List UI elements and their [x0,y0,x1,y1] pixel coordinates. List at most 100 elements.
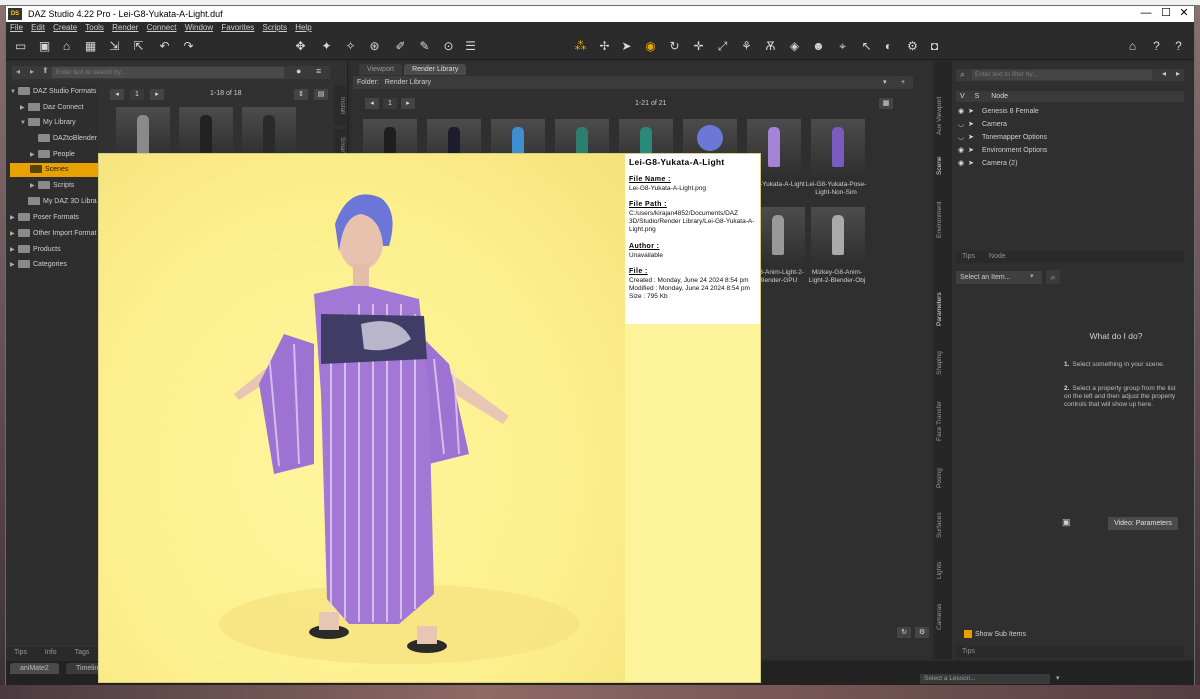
morph-tool-icon[interactable]: Ѫ [762,38,779,55]
tree-item-products[interactable]: ▶ Products [10,243,61,257]
menu-favorites[interactable]: Favorites [221,23,254,32]
search-icon[interactable]: ⌕ [1046,270,1060,284]
pointer-tool-icon[interactable]: ➤ [618,38,635,55]
node-tool-icon[interactable]: ⊙ [440,38,457,55]
select-arrow-icon[interactable]: ➤ [968,105,978,118]
tab-shaping[interactable]: Shaping [936,345,950,381]
menu-window[interactable]: Window [185,23,213,32]
tab-viewport[interactable]: Viewport [359,64,403,75]
maximize-button[interactable]: ☐ [1156,6,1176,22]
tree-item-scenes[interactable]: Scenes [10,163,98,177]
tab-posing[interactable]: Posing [936,463,950,493]
collapse-arrow-icon[interactable]: ▶ [10,227,18,241]
scene-node-genesis-8-female[interactable]: ◉ ➤ Genesis 8 Female [958,105,1039,118]
tab-aux-viewport[interactable]: Aux Viewport [936,91,950,141]
save-icon[interactable]: ▦ [82,38,99,55]
parameters-tips-tab[interactable]: Tips [956,646,1184,658]
collapse-arrow-icon[interactable]: ▶ [10,211,18,225]
eye-off-icon[interactable]: ◡ [958,118,968,131]
render-icon[interactable]: ⚙ [904,38,921,55]
tab-scene[interactable]: Scene [936,151,950,181]
tab-parameters[interactable]: Parameters [936,289,950,329]
menu-render[interactable]: Render [112,23,138,32]
select-tool-icon[interactable]: ↖ [858,38,875,55]
library-thumbnail[interactable] [179,107,233,159]
title-bar[interactable]: DS DAZ Studio 4.22 Pro - Lei-G8-Yukata-A… [6,6,1194,22]
camera-tool-icon[interactable]: ✥ [292,38,309,55]
page-number[interactable]: 1 [383,98,397,109]
tree-item-daz-connect[interactable]: ▶ Daz Connect [20,101,83,115]
list-menu-icon[interactable]: ≡ [316,66,321,76]
tree-item-my-daz-3d-library[interactable]: My DAZ 3D Libra [20,195,97,209]
tab-surfaces[interactable]: Surfaces [936,507,950,543]
collapse-arrow-icon[interactable]: ▶ [10,258,18,272]
next-page-icon[interactable]: ▸ [150,89,164,100]
menu-tools[interactable]: Tools [85,23,104,32]
tab-lights[interactable]: Lights [936,557,950,583]
expand-arrow-icon[interactable]: ▼ [20,116,28,130]
whats-this-icon[interactable]: ? [1148,38,1165,55]
back-arrow-icon[interactable]: ◂ [1162,69,1166,78]
joint-editor-icon[interactable]: ⚘ [738,38,755,55]
tab-tags[interactable]: Tags [67,647,98,659]
node-select-icon[interactable]: ⌖ [834,38,851,55]
eye-icon[interactable]: ◉ [958,144,968,157]
folder-selector[interactable]: Folder: Render Library ▾ + [353,76,913,89]
visible-column[interactable]: V [960,93,965,100]
translate-tool-icon[interactable]: ✛ [690,38,707,55]
scene-node-camera[interactable]: ◡ ➤ Camera [958,118,1007,131]
library-search-input[interactable]: Enter text to search by... [52,67,284,78]
eye-off-icon[interactable]: ◡ [958,131,968,144]
daz-home-icon[interactable]: ⌂ [1124,38,1141,55]
refresh-icon[interactable]: ↻ [897,627,911,638]
collapse-arrow-icon[interactable]: ▶ [30,179,38,193]
tab-cameras[interactable]: Cameras [936,599,950,635]
close-button[interactable]: ✕ [1174,6,1194,22]
menu-create[interactable]: Create [53,23,77,32]
scene-node-camera-2[interactable]: ◉ ➤ Camera (2) [958,157,1017,170]
move-tool-icon[interactable]: ✢ [596,38,613,55]
tab-environment[interactable]: Environment [936,195,950,245]
spot-render-icon[interactable]: ◐ [880,38,897,55]
select-arrow-icon[interactable]: ➤ [968,144,978,157]
checkbox-checked[interactable] [964,630,972,639]
figure-tool-icon[interactable]: ☻ [810,38,827,55]
tab-tips[interactable]: Tips [6,647,35,659]
chevron-down-icon[interactable]: ▾ [1030,272,1034,280]
menu-edit[interactable]: Edit [31,23,45,32]
scene-node-tonemapper[interactable]: ◡ ➤ Tonemapper Options [958,131,1047,144]
tree-item-categories[interactable]: ▶ Categories [10,258,67,272]
chevron-down-icon[interactable]: ▾ [883,76,887,89]
tree-item-poser-formats[interactable]: ▶ Poser Formats [10,211,79,225]
tree-item-scripts[interactable]: ▶ Scripts [30,179,74,193]
scene-node-environment[interactable]: ◉ ➤ Environment Options [958,144,1047,157]
tree-item-people[interactable]: ▶ People [30,148,75,162]
collapse-arrow-icon[interactable]: ▶ [30,148,38,162]
rotate-tool-icon[interactable]: ↻ [666,38,683,55]
universal-tool-icon[interactable]: ⁂ [572,38,589,55]
scale-tool-icon[interactable]: ⤢ [714,38,731,55]
show-sub-items-checkbox[interactable]: Show Sub Items [964,629,1084,641]
back-arrow-icon[interactable]: ◂ [16,67,20,76]
view-mode-icon[interactable]: ▤ [314,89,328,100]
sort-icon[interactable]: ⇕ [294,89,308,100]
tree-item-daztoblender[interactable]: DAZtoBlender [30,132,97,146]
eye-icon[interactable]: ◉ [958,157,968,170]
select-arrow-icon[interactable]: ➤ [968,131,978,144]
render-thumbnail[interactable] [811,207,865,265]
tab-node[interactable]: Node [983,251,1012,263]
spotlight-icon[interactable]: ✦ [318,38,335,55]
tree-item-daz-studio-formats[interactable]: ▼ DAZ Studio Formats [10,85,96,99]
minimize-button[interactable]: — [1136,6,1156,22]
node-column[interactable]: Node [991,93,1008,100]
library-thumbnail[interactable] [116,107,170,159]
menu-help[interactable]: Help [295,23,311,32]
import-icon[interactable]: ⇲ [106,38,123,55]
prev-page-icon[interactable]: ◂ [365,98,379,109]
menu-scripts[interactable]: Scripts [263,23,287,32]
light-icon[interactable]: ✧ [342,38,359,55]
forward-arrow-icon[interactable]: ▸ [1176,69,1180,78]
undo-icon[interactable]: ↶ [156,38,173,55]
collapse-arrow-icon[interactable]: ▶ [20,101,28,115]
new-file-icon[interactable]: ▭ [12,38,29,55]
